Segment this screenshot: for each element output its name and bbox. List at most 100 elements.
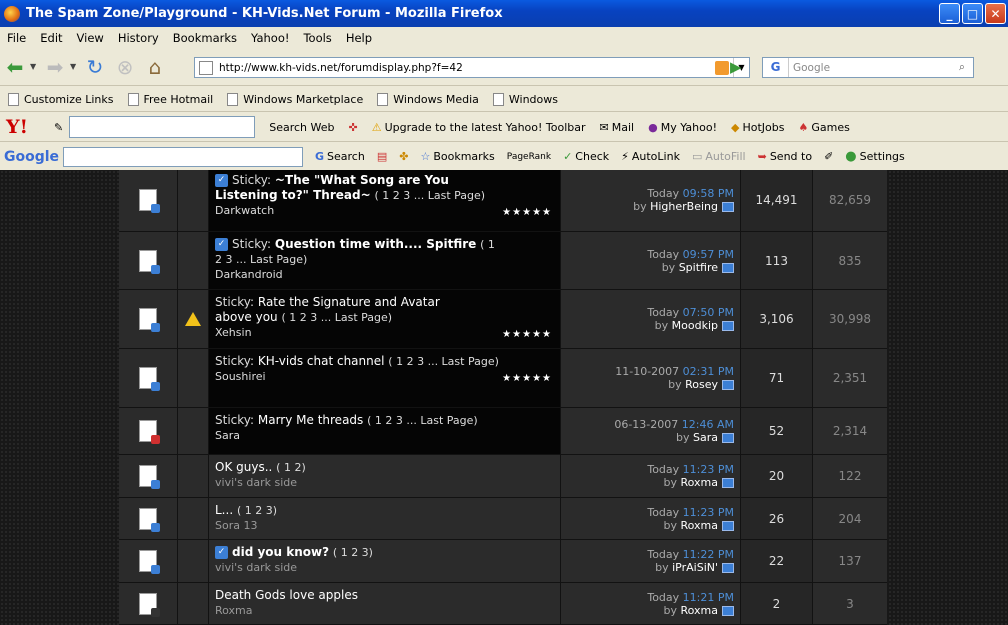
goto-last-post-icon[interactable] <box>722 201 734 212</box>
goto-last-post-icon[interactable] <box>722 520 734 531</box>
goto-last-post-icon[interactable] <box>722 478 734 488</box>
last-post-user[interactable]: HigherBeing <box>650 200 718 213</box>
url-text[interactable]: http://www.kh-vids.net/forumdisplay.php?… <box>219 62 715 74</box>
bookmark-windows[interactable]: Windows <box>492 92 558 106</box>
thread-author[interactable]: Darkwatch <box>215 203 504 218</box>
games-button[interactable]: ♠ Games <box>798 121 849 134</box>
goto-last-post-icon[interactable] <box>722 321 734 331</box>
autolink-button[interactable]: ⚡ AutoLink <box>621 150 680 163</box>
last-post-user[interactable]: Roxma <box>680 476 718 489</box>
puzzle-icon[interactable]: ✤ <box>399 150 408 163</box>
thread-title-link[interactable]: Marry Me threads <box>258 413 363 427</box>
send-to-button[interactable]: ➥ Send to <box>758 150 812 163</box>
thread-title-link[interactable]: KH-vids chat channel <box>258 354 385 368</box>
thread-author[interactable]: Sora 13 <box>215 518 552 533</box>
menu-help[interactable]: Help <box>339 31 379 45</box>
bookmark-windows-media[interactable]: Windows Media <box>377 92 479 106</box>
thread-row[interactable]: Death Gods love apples Roxma Today 11:21… <box>119 583 887 625</box>
thread-row[interactable]: STICKY ✓Sticky: ~The "What Song are You … <box>119 170 887 232</box>
yahoo-upgrade-button[interactable]: ⚠ Upgrade to the latest Yahoo! Toolbar <box>372 121 586 134</box>
thread-title-link[interactable]: Question time with.... Spitfire <box>275 237 476 251</box>
back-arrow-icon[interactable]: ⬅ <box>0 55 30 79</box>
search-input[interactable]: Google <box>789 62 951 74</box>
yahoo-search-input[interactable] <box>69 116 256 138</box>
menu-tools[interactable]: Tools <box>296 31 338 45</box>
goto-last-post-icon[interactable] <box>722 433 734 443</box>
menu-file[interactable]: File <box>0 31 33 45</box>
replies-count[interactable]: 14,491 <box>741 170 813 231</box>
minimize-button[interactable]: _ <box>939 3 960 24</box>
thread-row[interactable]: L... ( 1 2 3) Sora 13 Today 11:23 PM by … <box>119 498 887 540</box>
back-dropdown-icon[interactable]: ▼ <box>30 62 40 71</box>
goto-last-post-icon[interactable] <box>722 605 734 616</box>
replies-count[interactable]: 2 <box>741 583 813 624</box>
forward-arrow-icon[interactable]: ➡ <box>40 55 70 79</box>
last-post-user[interactable]: Spitfire <box>679 261 718 274</box>
thread-author[interactable]: Roxma <box>215 603 552 618</box>
pencil-icon[interactable]: ✎ <box>54 121 63 134</box>
home-icon[interactable]: ⌂ <box>140 55 170 79</box>
thread-pages[interactable]: ( 1 2 3 ... Last Page) <box>388 355 499 368</box>
menu-view[interactable]: View <box>70 31 111 45</box>
google-logo[interactable]: Google <box>4 149 59 165</box>
google-bookmarks-button[interactable]: ☆ Bookmarks <box>420 150 494 163</box>
thread-pages[interactable]: ( 1 2) <box>276 461 306 474</box>
last-post-user[interactable]: Sara <box>693 431 718 444</box>
menu-yahoo[interactable]: Yahoo! <box>244 31 296 45</box>
bookmark-free-hotmail[interactable]: Free Hotmail <box>127 92 213 106</box>
hotjobs-button[interactable]: ◆ HotJobs <box>731 121 784 134</box>
yahoo-mail-button[interactable]: ✉ Mail <box>600 121 635 134</box>
close-button[interactable]: ✕ <box>985 3 1006 24</box>
thread-pages[interactable]: ( 1 2 3 ... Last Page) <box>282 311 393 324</box>
thread-author[interactable]: Darkandroid <box>215 267 504 282</box>
thread-pages[interactable]: ( 1 2 3) <box>237 504 277 517</box>
yahoo-logo-icon[interactable]: Y! <box>6 116 40 138</box>
settings-button[interactable]: ● Settings <box>845 149 904 164</box>
thread-title-link[interactable]: OK guys.. <box>215 460 272 474</box>
yahoo-search-web-button[interactable]: Search Web <box>269 121 334 134</box>
thread-row[interactable]: STICKY Sticky: KH-vids chat channel ( 1 … <box>119 349 887 408</box>
thread-row[interactable]: ✓ did you know? ( 1 2 3) vivi's dark side… <box>119 540 887 583</box>
forward-dropdown-icon[interactable]: ▼ <box>70 62 80 71</box>
rss-feed-icon[interactable] <box>715 60 729 75</box>
go-arrow-icon[interactable]: ▶ <box>730 58 742 76</box>
last-post-user[interactable]: Rosey <box>685 378 718 391</box>
search-magnifier-icon[interactable]: ⌕ <box>951 61 973 74</box>
replies-count[interactable]: 26 <box>741 498 813 539</box>
search-box[interactable]: G Google ⌕ <box>762 57 974 78</box>
last-post-user[interactable]: iPrAiSiN' <box>672 561 718 574</box>
goto-last-post-icon[interactable] <box>722 563 734 573</box>
my-yahoo-button[interactable]: ● My Yahoo! <box>648 121 717 134</box>
spell-check-button[interactable]: ✓ Check <box>563 150 609 163</box>
replies-count[interactable]: 52 <box>741 408 813 454</box>
bookmark-windows-marketplace[interactable]: Windows Marketplace <box>227 92 363 106</box>
thread-author[interactable]: Soushirei <box>215 369 504 384</box>
replies-count[interactable]: 3,106 <box>741 290 813 348</box>
last-post-user[interactable]: Roxma <box>680 604 718 617</box>
replies-count[interactable]: 20 <box>741 455 813 497</box>
replies-count[interactable]: 113 <box>741 232 813 289</box>
autofill-button[interactable]: ▭ AutoFill <box>692 150 746 163</box>
thread-row[interactable]: OK guys.. ( 1 2) vivi's dark side Today … <box>119 455 887 498</box>
thread-author[interactable]: Sara <box>215 428 504 443</box>
menu-edit[interactable]: Edit <box>33 31 69 45</box>
thread-row[interactable]: STICKY ✓Sticky: Question time with.... S… <box>119 232 887 290</box>
google-engine-icon[interactable]: G <box>763 58 789 77</box>
thread-author[interactable]: vivi's dark side <box>215 475 552 490</box>
thread-author[interactable]: Xehsin <box>215 325 456 340</box>
thread-author[interactable]: vivi's dark side <box>215 560 552 575</box>
goto-last-post-icon[interactable] <box>722 262 734 273</box>
goto-last-post-icon[interactable] <box>722 380 734 390</box>
reload-icon[interactable]: ↻ <box>80 55 110 79</box>
last-post-user[interactable]: Roxma <box>680 519 718 532</box>
thread-pages[interactable]: ( 1 2 3 ... Last Page) <box>367 414 478 427</box>
google-search-button[interactable]: G Search <box>315 150 365 163</box>
thread-pages[interactable]: ( 1 2 3 ... Last Page) <box>374 189 485 202</box>
replies-count[interactable]: 71 <box>741 349 813 407</box>
thread-row[interactable]: ATTACHSTICKY Sticky: Rate the Signature … <box>119 290 887 349</box>
stop-icon[interactable]: ⊗ <box>110 55 140 79</box>
thread-row[interactable]: STICKY Sticky: Marry Me threads ( 1 2 3 … <box>119 408 887 455</box>
thread-title-link[interactable]: Death Gods love apples <box>215 588 358 602</box>
menu-history[interactable]: History <box>111 31 166 45</box>
google-search-input[interactable] <box>63 146 303 167</box>
